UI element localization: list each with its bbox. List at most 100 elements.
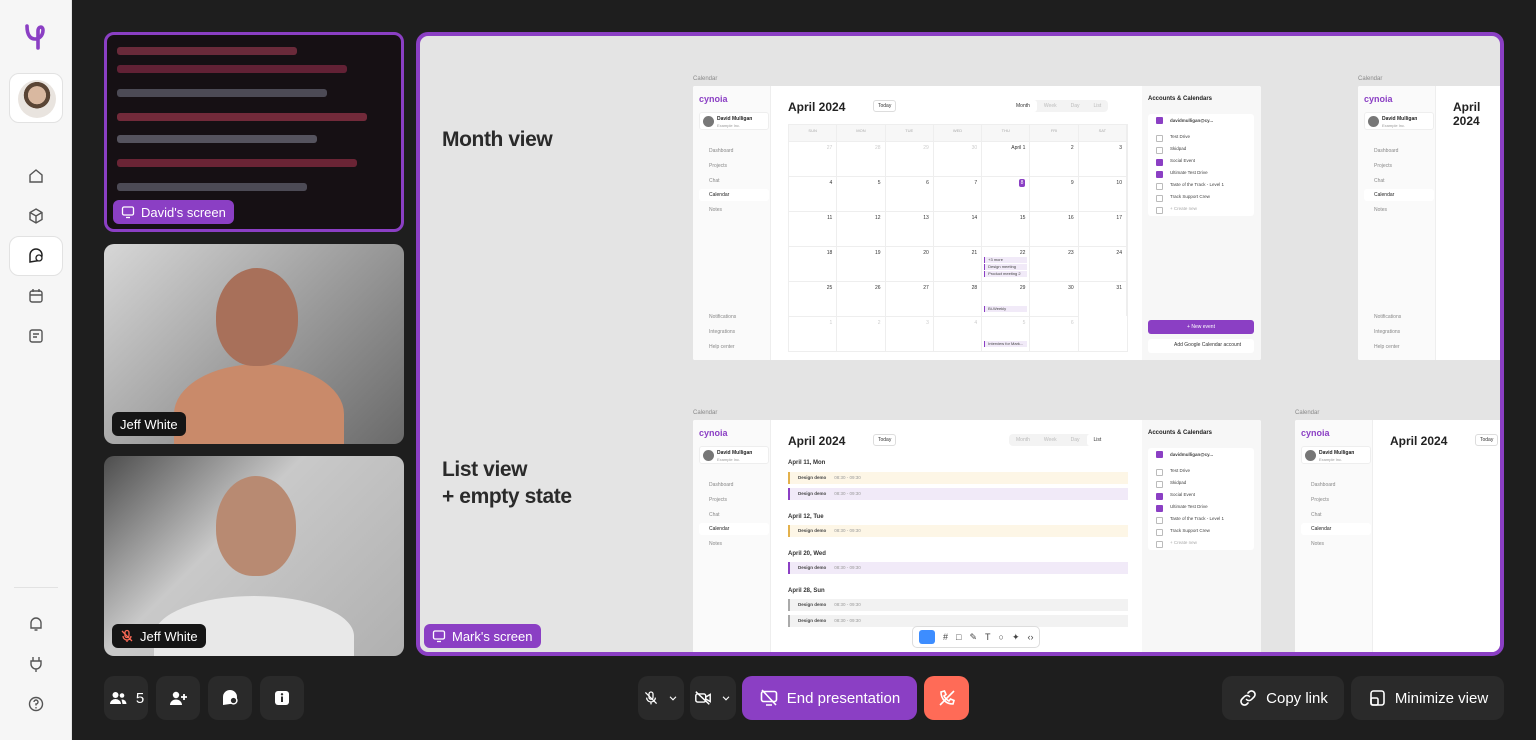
minimize-view-button[interactable]: Minimize view bbox=[1351, 676, 1504, 720]
mock-view: Day bbox=[1070, 103, 1080, 109]
mock-calendars-list: davidmulligan@cy... Test Drive Skidpad S… bbox=[1148, 114, 1254, 216]
sidebar-chat[interactable] bbox=[9, 236, 63, 276]
frame-tool-icon[interactable]: # bbox=[943, 632, 948, 642]
calendar-day-cell: 15 bbox=[982, 211, 1031, 246]
participants-button[interactable]: 5 bbox=[104, 676, 148, 720]
sidebar-integrations[interactable] bbox=[9, 644, 63, 684]
shared-screen[interactable]: Month view List view + empty state Calen… bbox=[416, 32, 1504, 656]
info-icon bbox=[275, 691, 289, 705]
mock-nav-item: Dashboard bbox=[1311, 482, 1336, 488]
calendar-event: Product meeting 2 bbox=[984, 271, 1028, 277]
calendar-day-number: 25 bbox=[826, 285, 833, 291]
mock-nav-item: Dashboard bbox=[709, 482, 734, 488]
mock-user: David Mulligan Example Inc. bbox=[1301, 446, 1371, 464]
mock-accounts-panel: Accounts & Calendars davidmulligan@cy...… bbox=[1142, 86, 1261, 360]
mock-today: Today bbox=[1475, 434, 1499, 446]
mock-view: Week bbox=[1043, 103, 1057, 109]
mock-nav-item: Projects bbox=[709, 163, 728, 169]
screen-share-off-icon bbox=[760, 689, 778, 706]
mock-nav-item: Notes bbox=[1374, 207, 1388, 213]
code-tool-icon[interactable]: ‹› bbox=[1027, 632, 1033, 642]
end-presentation-button[interactable]: End presentation bbox=[742, 676, 917, 720]
participants-count: 5 bbox=[135, 689, 145, 707]
annotation-toolbar[interactable]: # □ ✎ T ○ ✦ ‹› bbox=[912, 626, 1041, 648]
mock-sidebar: cynoia David Mulligan Example Inc. Dashbo… bbox=[693, 420, 771, 652]
weekday-header: TUE bbox=[885, 125, 934, 141]
calendar-day-cell: 3 bbox=[1078, 141, 1127, 176]
chat-button[interactable] bbox=[208, 676, 252, 720]
calendar-day-number: 21 bbox=[971, 250, 978, 256]
sidebar-help[interactable] bbox=[9, 684, 63, 724]
text-tool-icon[interactable]: T bbox=[985, 632, 991, 642]
mock-nav-item: Chat bbox=[1311, 512, 1322, 518]
sidebar-notes[interactable] bbox=[9, 316, 63, 356]
mock-view: List bbox=[1086, 434, 1109, 446]
calendar-day-cell: 20 bbox=[885, 246, 934, 281]
microphone-toggle[interactable] bbox=[638, 676, 684, 720]
select-tool-icon[interactable] bbox=[919, 630, 935, 644]
calendar-day-cell: 23 bbox=[1030, 246, 1079, 281]
calendar-day-cell: 3 bbox=[885, 316, 934, 351]
info-button[interactable] bbox=[260, 676, 304, 720]
tile-label-text: David's screen bbox=[141, 204, 226, 220]
mock-nav-item: Notes bbox=[1311, 541, 1325, 547]
code-line bbox=[117, 159, 357, 167]
mock-calendar: Track Support Crew bbox=[1148, 526, 1254, 538]
avatar-photo bbox=[18, 80, 56, 118]
calendar-day-number: 18 bbox=[826, 250, 833, 256]
mock-nav-item: Calendar bbox=[1364, 189, 1434, 201]
hang-up-button[interactable] bbox=[924, 676, 969, 720]
code-line bbox=[117, 183, 307, 191]
comment-tool-icon[interactable]: ○ bbox=[999, 632, 1004, 642]
camera-toggle[interactable] bbox=[690, 676, 736, 720]
participant-tile-screen[interactable]: David's screen bbox=[104, 32, 404, 232]
mock-view: List bbox=[1093, 103, 1102, 109]
sidebar-projects[interactable] bbox=[9, 196, 63, 236]
mock-list-day: April 11, Mon bbox=[788, 460, 826, 466]
event-time: 08:30 - 09:30 bbox=[834, 475, 861, 480]
mic-off-icon bbox=[644, 691, 658, 705]
calendar-day-cell: 7 bbox=[933, 176, 983, 211]
add-participant-button[interactable] bbox=[156, 676, 200, 720]
code-line bbox=[117, 135, 317, 143]
calendar-day-number: 8 bbox=[1018, 179, 1026, 187]
sidebar-calendar[interactable] bbox=[9, 276, 63, 316]
tile-label: Jeff White bbox=[112, 412, 186, 436]
pen-tool-icon[interactable]: ✎ bbox=[969, 632, 977, 643]
participant-tile-camera-muted[interactable]: Jeff White bbox=[104, 456, 404, 656]
calendar-day-number: 13 bbox=[923, 215, 929, 221]
mock-month-title: April 2024 bbox=[1453, 100, 1481, 128]
logo-icon[interactable] bbox=[22, 22, 50, 50]
calendar-day-cell: 29 Bi-Weekly bbox=[982, 281, 1031, 316]
minimize-icon bbox=[1370, 690, 1385, 706]
mock-sidebar: cynoia David Mulligan Example Inc. Dashbo… bbox=[693, 86, 771, 360]
person-body bbox=[174, 364, 344, 444]
mock-nav-item: Chat bbox=[709, 178, 720, 184]
mock-user-sub: Example Inc. bbox=[717, 457, 741, 462]
mock-nav-item: Notifications bbox=[709, 314, 737, 320]
sidebar-home[interactable] bbox=[9, 156, 63, 196]
mock-logo: cynoia bbox=[1364, 94, 1393, 104]
shared-screen-label-text: Mark's screen bbox=[452, 628, 533, 644]
chevron-down-icon bbox=[669, 696, 677, 701]
mock-account: davidmulligan@cy... bbox=[1148, 448, 1254, 466]
weekday-header: SUN bbox=[789, 125, 838, 141]
sidebar-divider bbox=[14, 587, 58, 588]
mock-nav-item: Notes bbox=[709, 541, 723, 547]
calendar-day-cell: 8 bbox=[982, 176, 1031, 211]
calendar-day-number: 6 bbox=[1070, 320, 1074, 326]
mock-calendar: Track Support Crew bbox=[1148, 192, 1254, 204]
mock-sidebar: cynoia David Mulligan Example Inc. Dashbo… bbox=[1358, 86, 1436, 360]
mock-calendar: Test Drive bbox=[1148, 466, 1254, 478]
calendar-month-mock: cynoia David Mulligan Example Inc. Dashbo… bbox=[693, 86, 1261, 360]
magic-tool-icon[interactable]: ✦ bbox=[1012, 632, 1020, 643]
rectangle-tool-icon[interactable]: □ bbox=[956, 632, 961, 642]
copy-link-button[interactable]: Copy link bbox=[1222, 676, 1344, 720]
calendar-day-number: 14 bbox=[971, 215, 978, 221]
mock-list-day: April 12, Tue bbox=[788, 514, 824, 520]
participant-tile-camera[interactable]: Jeff White bbox=[104, 244, 404, 444]
calendar-event: +3 more bbox=[984, 257, 1028, 263]
user-avatar[interactable] bbox=[9, 73, 63, 123]
calendar-day-number: 5 bbox=[1022, 320, 1026, 326]
sidebar-notifications[interactable] bbox=[9, 604, 63, 644]
